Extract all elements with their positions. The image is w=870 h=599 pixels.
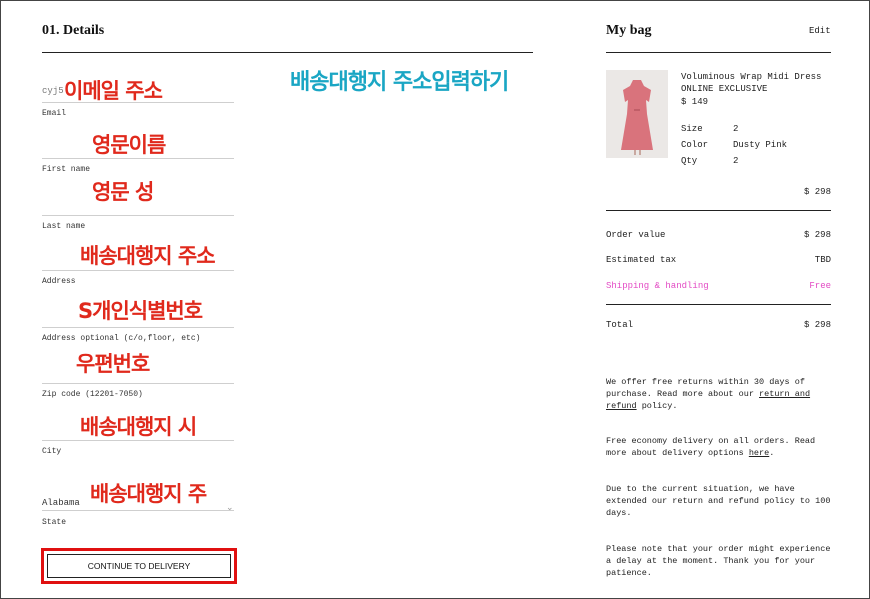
first-name-underline [42,158,234,159]
button-highlight: CONTINUE TO DELIVERY [41,548,237,584]
address-optional-label: Address optional (c/o,floor, etc) [42,334,201,343]
address-optional-underline [42,327,234,328]
delivery-note: Free economy delivery on all orders. Rea… [606,435,831,459]
chevron-down-icon[interactable]: ⌄ [226,503,234,513]
annotation-address: 배송대행지 주소 [80,244,216,268]
city-label: City [42,447,62,456]
annotation-last-name: 영문 성 [92,180,154,204]
line-total-value: $ 298 [803,187,831,197]
delivery-note-end: . [769,448,775,458]
address-underline [42,270,234,271]
details-divider [42,52,533,53]
last-name-label: Last name [42,222,86,231]
annotation-state: 배송대행지 주 [90,482,207,506]
total-value: $ 298 [803,320,831,330]
bag-heading: My bag [606,23,652,38]
total-label: Total [606,320,634,330]
order-value: $ 298 [803,230,831,240]
size-value: 2 [733,124,739,134]
order-value-row: Order value $ 298 [606,230,831,240]
order-value-label: Order value [606,230,666,240]
color-value: Dusty Pink [733,140,788,150]
annotation-email: 이메일 주소 [64,79,163,103]
zip-label: Zip code (12201-7050) [42,390,143,399]
shipping-row: Shipping & handling Free [606,281,831,291]
continue-to-delivery-button[interactable]: CONTINUE TO DELIVERY [47,554,231,578]
total-row: Total $ 298 [606,320,831,330]
annotation-city: 배송대행지 시 [80,415,197,439]
qty-label: Qty [681,156,698,166]
details-heading: 01. Details [42,23,105,38]
shipping-value: Free [809,281,831,291]
color-label: Color [681,140,709,150]
state-underline [42,510,234,511]
product-name[interactable]: Voluminous Wrap Midi Dress [681,72,821,82]
product-price: $ 149 [681,97,709,107]
annotation-address-optional: S개인식별번호 [78,299,203,323]
tax-label: Estimated tax [606,255,677,265]
situation-note: Due to the current situation, we have ex… [606,484,831,518]
product-image[interactable] [606,70,668,158]
address-label: Address [42,277,76,286]
zip-underline [42,383,234,384]
shipping-label: Shipping & handling [606,281,709,291]
delivery-note-text: Free economy delivery on all orders. Rea… [606,436,816,458]
tax-row: Estimated tax TBD [606,255,831,265]
state-label: State [42,518,67,527]
size-label: Size [681,124,703,134]
returns-note: We offer free returns within 30 days of … [606,376,831,412]
delay-note: Please note that your order might experi… [606,544,831,578]
total-divider [606,304,831,305]
annotation-first-name: 영문이름 [92,133,166,157]
email-label: Email [42,109,67,118]
product-tag: ONLINE EXCLUSIVE [681,84,768,94]
email-value[interactable]: cyj5 [42,86,64,96]
city-underline [42,440,234,441]
annotation-title: 배송대행지 주소입력하기 [290,70,509,95]
last-name-underline [42,215,234,216]
state-value[interactable]: Alabama [42,498,80,508]
bag-divider [606,52,831,53]
annotation-zip: 우편번호 [76,352,150,376]
first-name-label: First name [42,165,91,174]
delivery-here-link[interactable]: here [749,448,769,458]
summary-divider [606,210,831,211]
qty-value: 2 [733,156,739,166]
returns-note-end: policy. [636,401,678,411]
tax-value: TBD [814,255,831,265]
edit-link[interactable]: Edit [809,26,831,36]
